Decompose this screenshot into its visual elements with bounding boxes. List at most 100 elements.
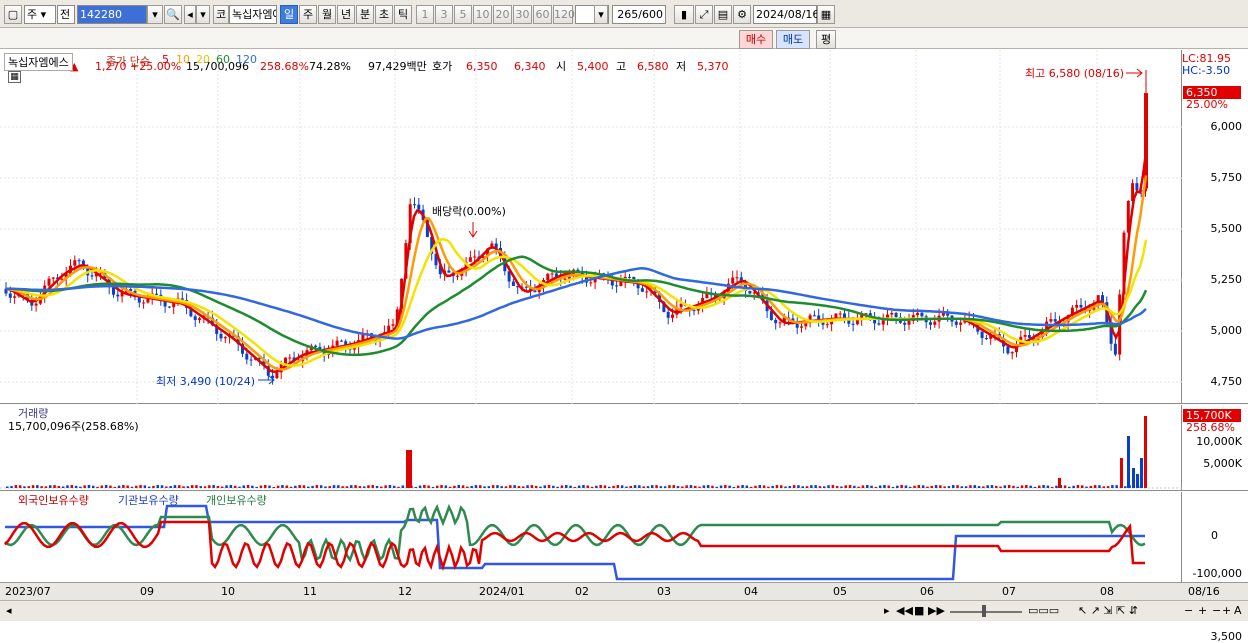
volume-bar bbox=[173, 485, 177, 488]
period-day[interactable]: 일 bbox=[280, 5, 298, 24]
price-chart-panel[interactable]: 녹십자엠에스 종가 단순 5 10 20 60 120 ▦ 최고 6,580 (… bbox=[0, 50, 1182, 404]
interval-20[interactable]: 20 bbox=[493, 5, 512, 24]
buy-button[interactable]: 매수 bbox=[739, 30, 773, 49]
volume-bar bbox=[216, 485, 220, 488]
interval-120[interactable]: 120 bbox=[553, 5, 575, 24]
candle-body bbox=[619, 281, 623, 287]
save-icon[interactable]: ▤ bbox=[714, 5, 732, 24]
interval-30[interactable]: 30 bbox=[513, 5, 532, 24]
interval-5[interactable]: 5 bbox=[454, 5, 472, 24]
volume-bar bbox=[49, 485, 52, 488]
price-tick: 5,500 bbox=[1210, 222, 1243, 235]
avg-button[interactable]: 평 bbox=[816, 30, 836, 49]
period-week[interactable]: 주 bbox=[299, 5, 317, 24]
interval-3[interactable]: 3 bbox=[435, 5, 453, 24]
zoom-in-icon[interactable]: + bbox=[1198, 604, 1207, 617]
period-minute[interactable]: 분 bbox=[356, 5, 374, 24]
volume-bar bbox=[891, 486, 895, 488]
font-icon[interactable]: A bbox=[1234, 604, 1242, 617]
zoom-out-icon[interactable]: − bbox=[1184, 604, 1193, 617]
plus-icon[interactable]: + bbox=[1222, 604, 1231, 617]
rewind-icon[interactable]: ◀◀ bbox=[896, 604, 913, 617]
dividend-annotation: 배당락(0.00%) bbox=[432, 205, 506, 218]
volume-bar bbox=[160, 485, 164, 488]
price-tick: 5,000 bbox=[1210, 324, 1243, 337]
gear-icon[interactable]: ⚙ bbox=[733, 5, 751, 24]
search-icon[interactable]: 🔍 bbox=[164, 5, 182, 24]
zoom-slider[interactable] bbox=[950, 611, 1022, 613]
grid-icon[interactable]: ▦ bbox=[8, 71, 21, 83]
volume-bar bbox=[904, 485, 908, 488]
zoom-thumb[interactable] bbox=[982, 605, 986, 617]
speaker-icon[interactable]: ◂ bbox=[184, 5, 196, 24]
calendar-icon[interactable]: ▦ bbox=[817, 5, 835, 24]
candle-body bbox=[112, 287, 115, 295]
scroll-bar[interactable]: ◂ ▸ ◀◀ ■ ▶▶ ▭▭▭ ↖ ↗ ⇲ ⇱ ⇵ − + − + A bbox=[0, 600, 1248, 621]
window-icon[interactable]: ▢ bbox=[4, 5, 22, 24]
candle-body bbox=[795, 323, 799, 328]
volume-panel[interactable]: 거래량 15,700,096주(258.68%) bbox=[0, 405, 1182, 491]
sell-button[interactable]: 매도 bbox=[776, 30, 810, 49]
period-month[interactable]: 월 bbox=[318, 5, 336, 24]
volume-bar bbox=[165, 486, 168, 488]
period-second[interactable]: 초 bbox=[375, 5, 393, 24]
volume-bar bbox=[646, 486, 650, 488]
ma20-label: 20 bbox=[196, 53, 210, 66]
volume-bar bbox=[483, 486, 486, 488]
volume-bar bbox=[823, 486, 826, 488]
interval-dropdown-icon[interactable]: ▾ bbox=[594, 5, 608, 24]
market-select[interactable]: 주 ▾ bbox=[24, 5, 56, 24]
scroll-right-icon[interactable]: ▸ bbox=[884, 604, 890, 617]
candle-icon[interactable]: ▮ bbox=[674, 5, 694, 24]
crosshair-icon[interactable]: ⤢ bbox=[695, 5, 713, 24]
scroll-left-icon[interactable]: ◂ bbox=[6, 604, 12, 617]
chevron-down-icon[interactable]: ▾ bbox=[196, 5, 210, 24]
volume-bar bbox=[792, 485, 796, 488]
candle-body bbox=[1113, 343, 1117, 355]
forward-icon[interactable]: ▶▶ bbox=[928, 604, 945, 617]
volume-bar bbox=[487, 486, 491, 488]
volume-bar bbox=[767, 486, 770, 488]
count-field[interactable]: 265/600 bbox=[612, 5, 666, 24]
candle-body bbox=[589, 282, 593, 284]
volume-bar bbox=[135, 485, 138, 488]
stock-label[interactable]: 녹십자엠에스 bbox=[4, 53, 73, 71]
interval-1[interactable]: 1 bbox=[416, 5, 434, 24]
volume-bar bbox=[208, 485, 211, 488]
period-tick[interactable]: 틱 bbox=[394, 5, 412, 24]
candle-body bbox=[812, 315, 816, 317]
stock-type-button[interactable]: 코 bbox=[213, 5, 229, 24]
interval-10[interactable]: 10 bbox=[473, 5, 492, 24]
volume-bar bbox=[629, 486, 632, 488]
volume-bar bbox=[814, 485, 817, 488]
stock-name-field[interactable]: 녹십자엠에 bbox=[229, 5, 277, 24]
volume-bar bbox=[504, 486, 508, 488]
minus-icon[interactable]: − bbox=[1212, 604, 1221, 617]
period-year[interactable]: 년 bbox=[337, 5, 355, 24]
prev-button[interactable]: 전 bbox=[57, 5, 75, 24]
volume-bar bbox=[715, 486, 718, 488]
volume-bar bbox=[332, 485, 336, 488]
dropdown-icon[interactable]: ▾ bbox=[147, 5, 163, 24]
price-chart-svg[interactable] bbox=[0, 50, 1182, 404]
indiv-label: 개인보유수량 bbox=[206, 494, 267, 507]
volume-bar bbox=[900, 485, 903, 488]
volume-axis: 15,700K 258.68% 10,000K 5,000K bbox=[1182, 405, 1248, 491]
volume-bar bbox=[543, 485, 546, 488]
holder-panel[interactable]: 외국인보유수량 기관보유수량 개인보유수량 bbox=[0, 492, 1182, 582]
candle-body bbox=[692, 310, 696, 312]
volume-bar bbox=[676, 486, 680, 488]
candle-body bbox=[417, 204, 421, 210]
volume-bar bbox=[466, 486, 469, 488]
layout-icon[interactable]: ▭▭▭ bbox=[1028, 604, 1059, 617]
candle-body bbox=[731, 277, 735, 284]
interval-60[interactable]: 60 bbox=[533, 5, 552, 24]
draw-tools-icon[interactable]: ↖ ↗ ⇲ ⇱ ⇵ bbox=[1078, 604, 1138, 617]
date-field[interactable]: 2024/08/16 bbox=[753, 5, 819, 24]
stop-icon[interactable]: ■ bbox=[914, 604, 924, 617]
volume-bar bbox=[281, 485, 284, 488]
volume-bar bbox=[70, 485, 73, 488]
code-input[interactable]: 142280 bbox=[77, 5, 147, 24]
volume-spike bbox=[406, 450, 409, 488]
volume-chart-svg[interactable] bbox=[0, 405, 1182, 491]
